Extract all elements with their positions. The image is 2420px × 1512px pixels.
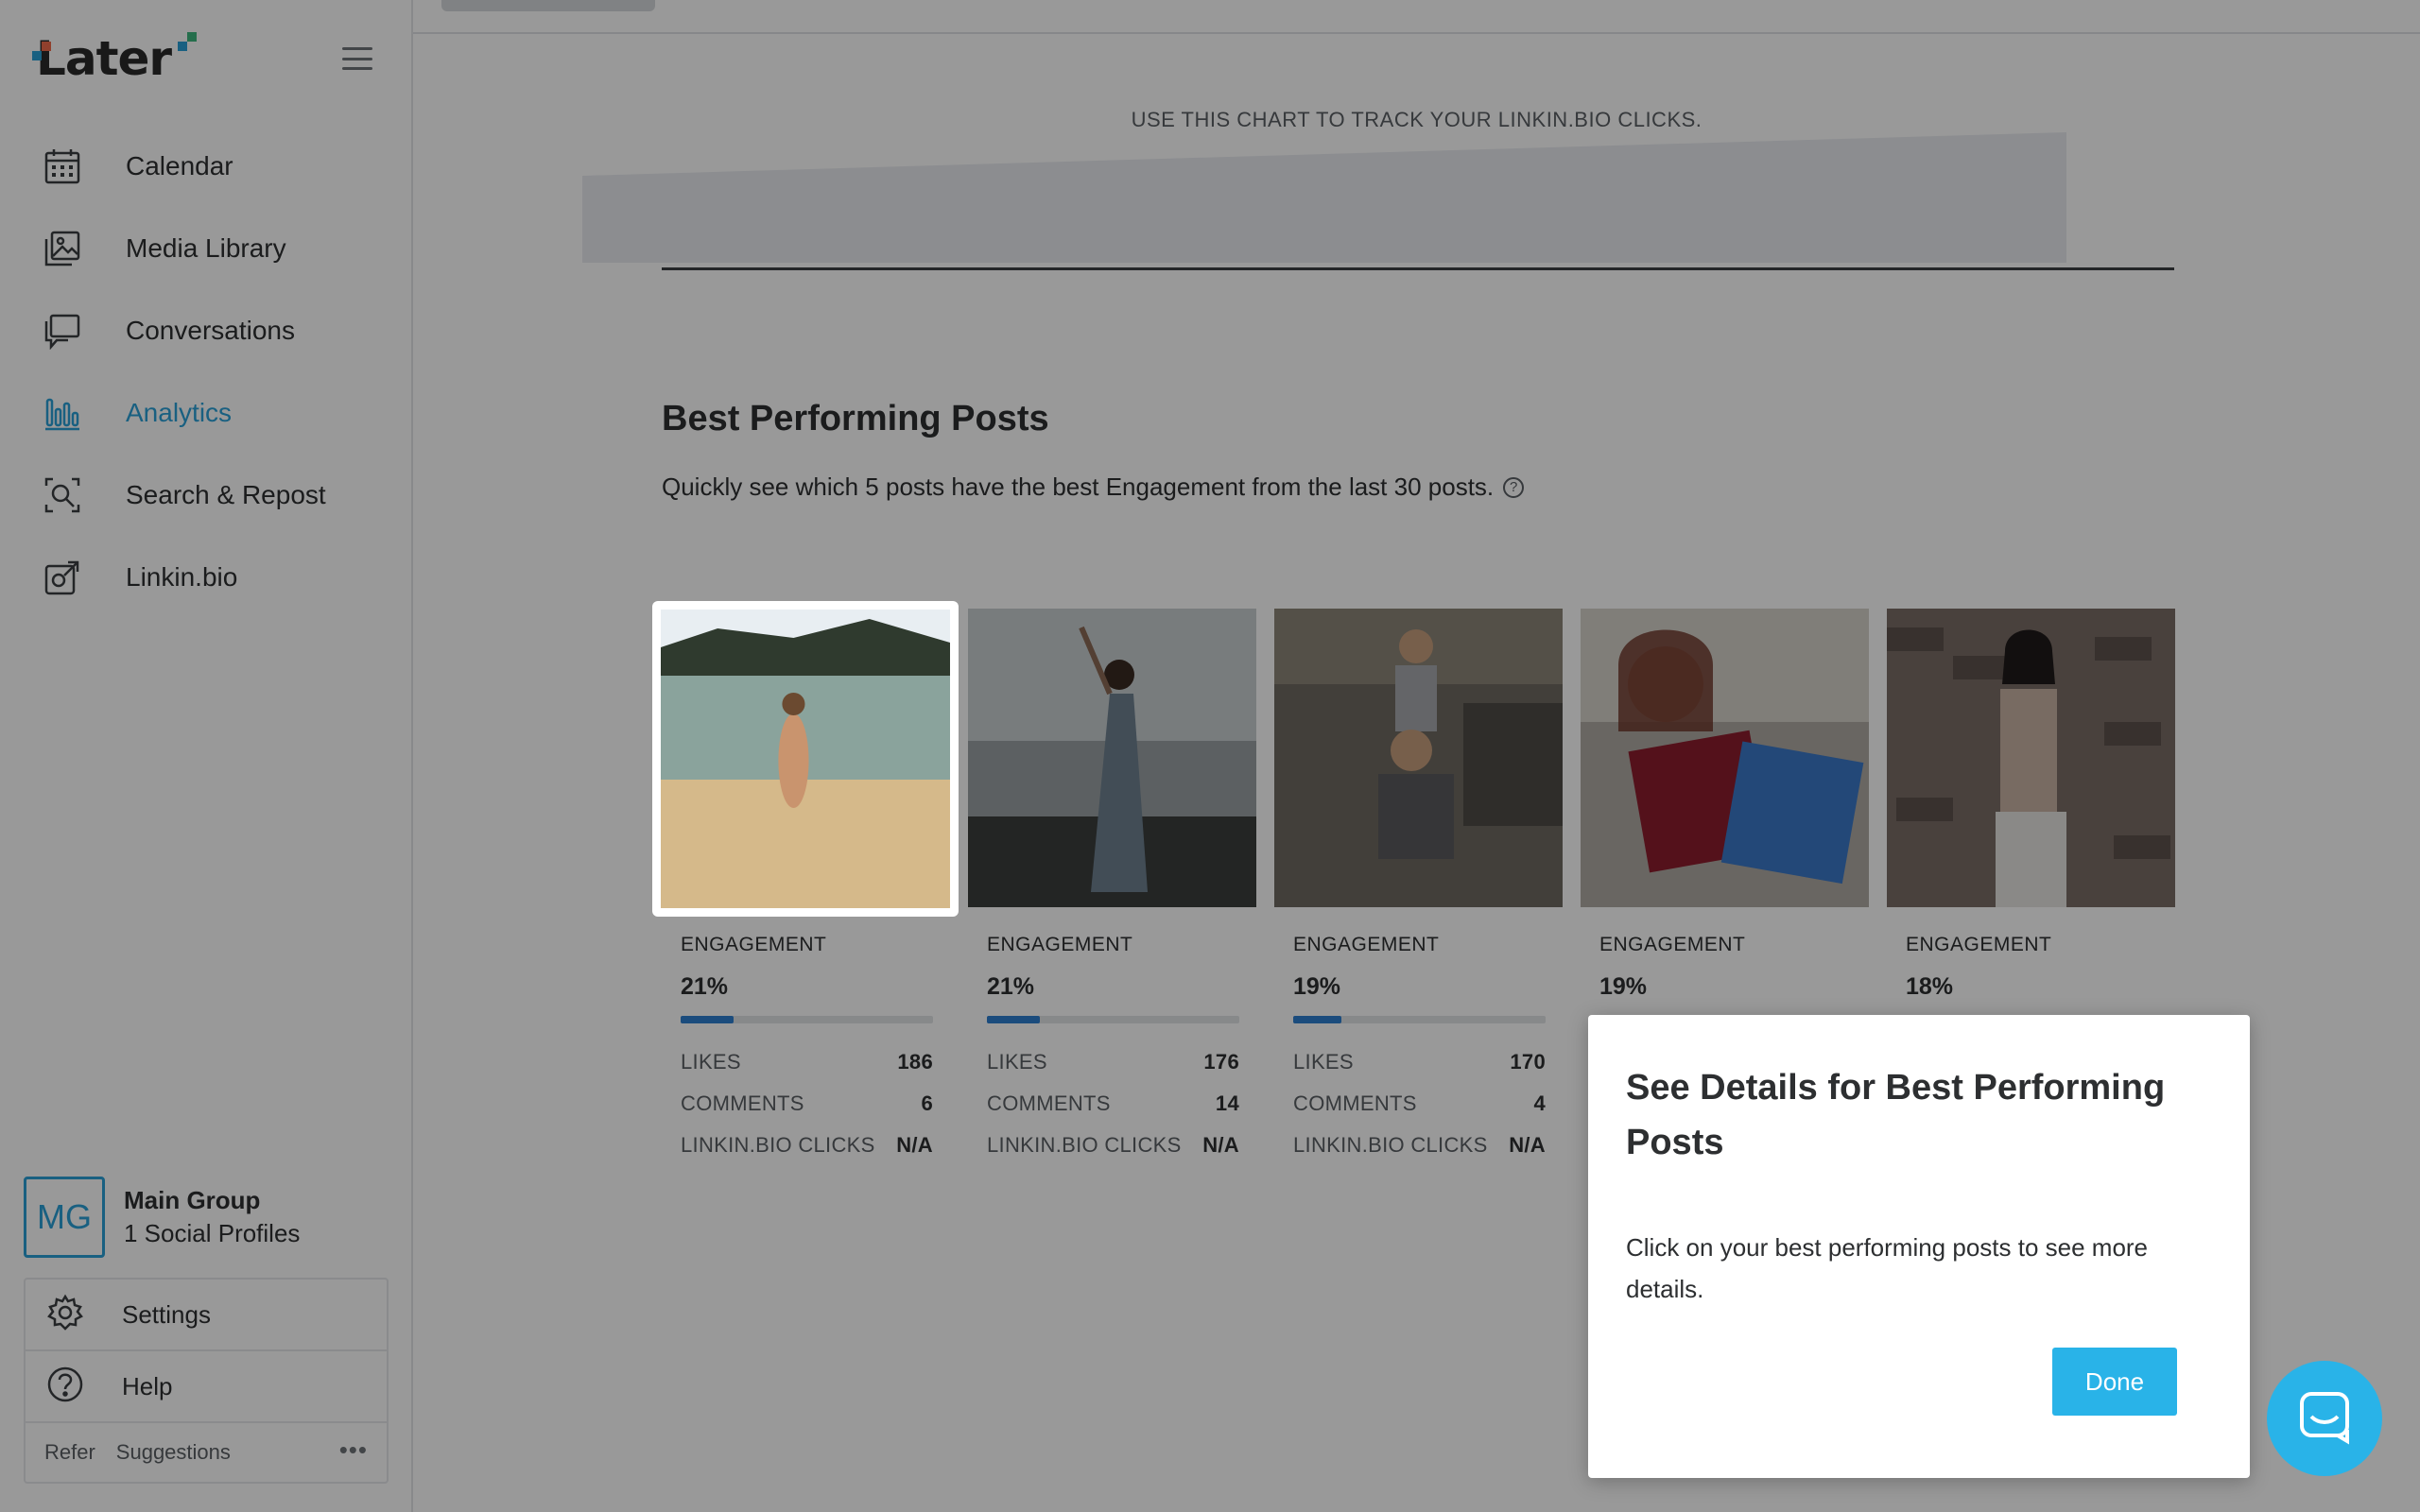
done-button[interactable]: Done [2052,1348,2177,1416]
chat-icon [2296,1388,2353,1450]
onboarding-popup: See Details for Best Performing Posts Cl… [1588,1015,2250,1478]
popup-body: Click on your best performing posts to s… [1626,1233,2149,1303]
popup-title: See Details for Best Performing Posts [1626,1068,2166,1162]
chat-launcher-button[interactable] [2267,1361,2382,1476]
highlighted-post-image[interactable] [652,601,959,917]
